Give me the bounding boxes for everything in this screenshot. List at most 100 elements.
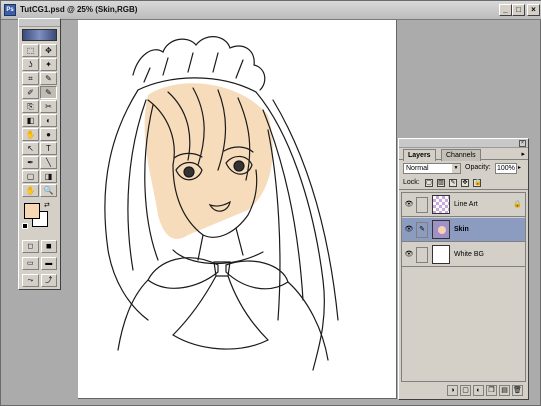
- opacity-slider-arrow-icon[interactable]: ▸: [518, 164, 521, 171]
- jump-row: ⤳ ⤴: [19, 272, 60, 289]
- marquee-tool-icon[interactable]: ⬚: [22, 44, 39, 57]
- standard-mode-button[interactable]: ◻: [22, 240, 39, 253]
- neck: [197, 227, 244, 261]
- lock-all-icon[interactable]: 🔒: [473, 179, 481, 187]
- new-set-button[interactable]: ❒: [486, 385, 497, 396]
- add-mask-button[interactable]: ▢: [460, 385, 471, 396]
- dodge-tool-icon[interactable]: ●: [40, 128, 57, 141]
- layer-name: White BG: [454, 251, 484, 258]
- brush-tool-icon[interactable]: ✎: [40, 86, 57, 99]
- lock-row: Lock: ▢ ▨ ✎ ✥ 🔒: [399, 176, 528, 190]
- title-bar[interactable]: Ps TutCG1.psd @ 25% (Skin,RGB) _ □ ×: [1, 1, 541, 20]
- hand-tool-icon[interactable]: ✋: [22, 184, 39, 197]
- opacity-input[interactable]: 100%: [495, 163, 517, 174]
- gradient-tool-icon[interactable]: ◐: [40, 114, 57, 127]
- layer-row[interactable]: 👁 White BG: [402, 243, 525, 267]
- full-screen-button[interactable]: ⤳: [22, 274, 39, 287]
- blend-mode-value: Normal: [406, 165, 429, 172]
- path-select-tool-icon[interactable]: ↖: [22, 142, 39, 155]
- skin-paint: [144, 83, 273, 239]
- layer-link-slot[interactable]: [416, 197, 428, 213]
- line-art-illustration: [104, 36, 339, 371]
- layers-palette[interactable]: × Layers Channels ▸ Normal ▼ Opacity: 10…: [398, 138, 529, 400]
- layer-lock-icon: 🔒: [513, 201, 522, 208]
- visibility-eye-icon[interactable]: 👁: [404, 250, 414, 259]
- magic-wand-tool-icon[interactable]: ✦: [40, 58, 57, 71]
- palette-drag-bar[interactable]: ×: [399, 139, 528, 148]
- blend-mode-select[interactable]: Normal ▼: [403, 163, 461, 174]
- visibility-eye-icon[interactable]: 👁: [404, 200, 414, 209]
- maximize-button[interactable]: □: [512, 4, 525, 16]
- standard-screen-button[interactable]: ▭: [22, 257, 39, 270]
- clone-stamp-tool-icon[interactable]: ⎘: [22, 100, 39, 113]
- layer-link-slot[interactable]: [416, 247, 428, 263]
- window-title: TutCG1.psd @ 25% (Skin,RGB): [20, 5, 138, 14]
- toolbox-palette[interactable]: ⬚ ✥ ʖ ✦ ⌗ ✎ ✐ ✎ ⎘ ✂ ◧ ◐ ✋ ● ↖ T ✒ ╲ ▢ ◨ ✋ 🔍 ⇄ ◻ ◼ ▭ ▬ ⤳ ⤴: [18, 18, 61, 290]
- document-icon: Ps: [4, 4, 16, 16]
- layer-thumbnail: [432, 195, 450, 214]
- swap-colors-icon[interactable]: ⇄: [44, 201, 50, 209]
- full-screen-menu-button[interactable]: ▬: [40, 257, 57, 270]
- toolbox-drag-bar[interactable]: [19, 19, 60, 27]
- app-logo[interactable]: [22, 29, 57, 41]
- dress-line: [172, 334, 269, 350]
- zoom-tool-icon[interactable]: 🔍: [40, 184, 57, 197]
- bow-left: [147, 257, 219, 289]
- layer-list: 👁 Line Art 🔒 👁 ✎ Skin 👁 White BG: [401, 192, 526, 382]
- layer-thumbnail: [432, 245, 450, 264]
- adjustment-layer-button[interactable]: ◐: [473, 385, 484, 396]
- lock-position-icon[interactable]: ✥: [461, 179, 469, 187]
- line-tool-icon[interactable]: ╲: [40, 156, 57, 169]
- screen-mode-row: ▭ ▬: [19, 255, 60, 272]
- lock-image-icon[interactable]: ▨: [437, 179, 445, 187]
- shoulder-right: [287, 281, 329, 361]
- tab-layers[interactable]: Layers: [403, 149, 436, 161]
- hair-left-outer: [104, 89, 149, 321]
- lock-transparency-icon[interactable]: ▢: [425, 179, 433, 187]
- layers-footer: ◑ ▢ ◐ ❒ ▤ 🗑: [401, 385, 526, 397]
- quickmask-mode-button[interactable]: ◼: [40, 240, 57, 253]
- layer-style-button[interactable]: ◑: [447, 385, 458, 396]
- pen-tool-icon[interactable]: ✒: [22, 156, 39, 169]
- close-button[interactable]: ×: [527, 4, 540, 16]
- foreground-color-swatch[interactable]: [24, 203, 40, 219]
- visibility-eye-icon[interactable]: 👁: [404, 225, 414, 234]
- lock-brush-icon[interactable]: ✎: [449, 179, 457, 187]
- bow-right: [225, 260, 289, 290]
- healing-tool-icon[interactable]: ✐: [22, 86, 39, 99]
- blend-row: Normal ▼ Opacity: 100% ▸: [399, 162, 528, 176]
- blur-tool-icon[interactable]: ✋: [22, 128, 39, 141]
- history-brush-tool-icon[interactable]: ✂: [40, 100, 57, 113]
- headdress-frill: [132, 36, 266, 91]
- palette-close-icon[interactable]: ×: [519, 140, 526, 147]
- new-layer-button[interactable]: ▤: [499, 385, 510, 396]
- palette-menu-icon[interactable]: ▸: [521, 150, 525, 158]
- layer-link-slot[interactable]: ✎: [416, 222, 428, 238]
- notes-tool-icon[interactable]: ▢: [22, 170, 39, 183]
- layer-name: Skin: [454, 226, 469, 233]
- hair-left-strand-a: [127, 99, 147, 271]
- minimize-button[interactable]: _: [499, 4, 512, 16]
- eyedropper-tool-icon[interactable]: ◨: [40, 170, 57, 183]
- lock-label: Lock:: [403, 179, 420, 186]
- type-tool-icon[interactable]: T: [40, 142, 57, 155]
- document-canvas[interactable]: [78, 20, 397, 399]
- tool-grid: ⬚ ✥ ʖ ✦ ⌗ ✎ ✐ ✎ ⎘ ✂ ◧ ◐ ✋ ● ↖ T ✒ ╲ ▢ ◨ ✋ 🔍: [19, 43, 60, 198]
- tab-channels[interactable]: Channels: [441, 149, 481, 161]
- layer-row[interactable]: 👁 Line Art 🔒: [402, 193, 525, 217]
- crop-tool-icon[interactable]: ⌗: [22, 72, 39, 85]
- chevron-down-icon: ▼: [452, 164, 460, 173]
- slice-tool-icon[interactable]: ✎: [40, 72, 57, 85]
- move-tool-icon[interactable]: ✥: [40, 44, 57, 57]
- eraser-tool-icon[interactable]: ◧: [22, 114, 39, 127]
- opacity-label: Opacity:: [465, 164, 491, 171]
- jump-to-imageready-button[interactable]: ⤴: [40, 274, 57, 287]
- color-swatches: ⇄: [22, 201, 57, 235]
- palette-tabs: Layers Channels ▸: [399, 148, 528, 161]
- mask-mode-row: ◻ ◼: [19, 238, 60, 255]
- layer-row[interactable]: 👁 ✎ Skin: [402, 218, 525, 242]
- layer-thumbnail: [432, 220, 450, 239]
- lasso-tool-icon[interactable]: ʖ: [22, 58, 39, 71]
- default-colors-icon[interactable]: [22, 223, 28, 229]
- delete-layer-button[interactable]: 🗑: [512, 385, 523, 396]
